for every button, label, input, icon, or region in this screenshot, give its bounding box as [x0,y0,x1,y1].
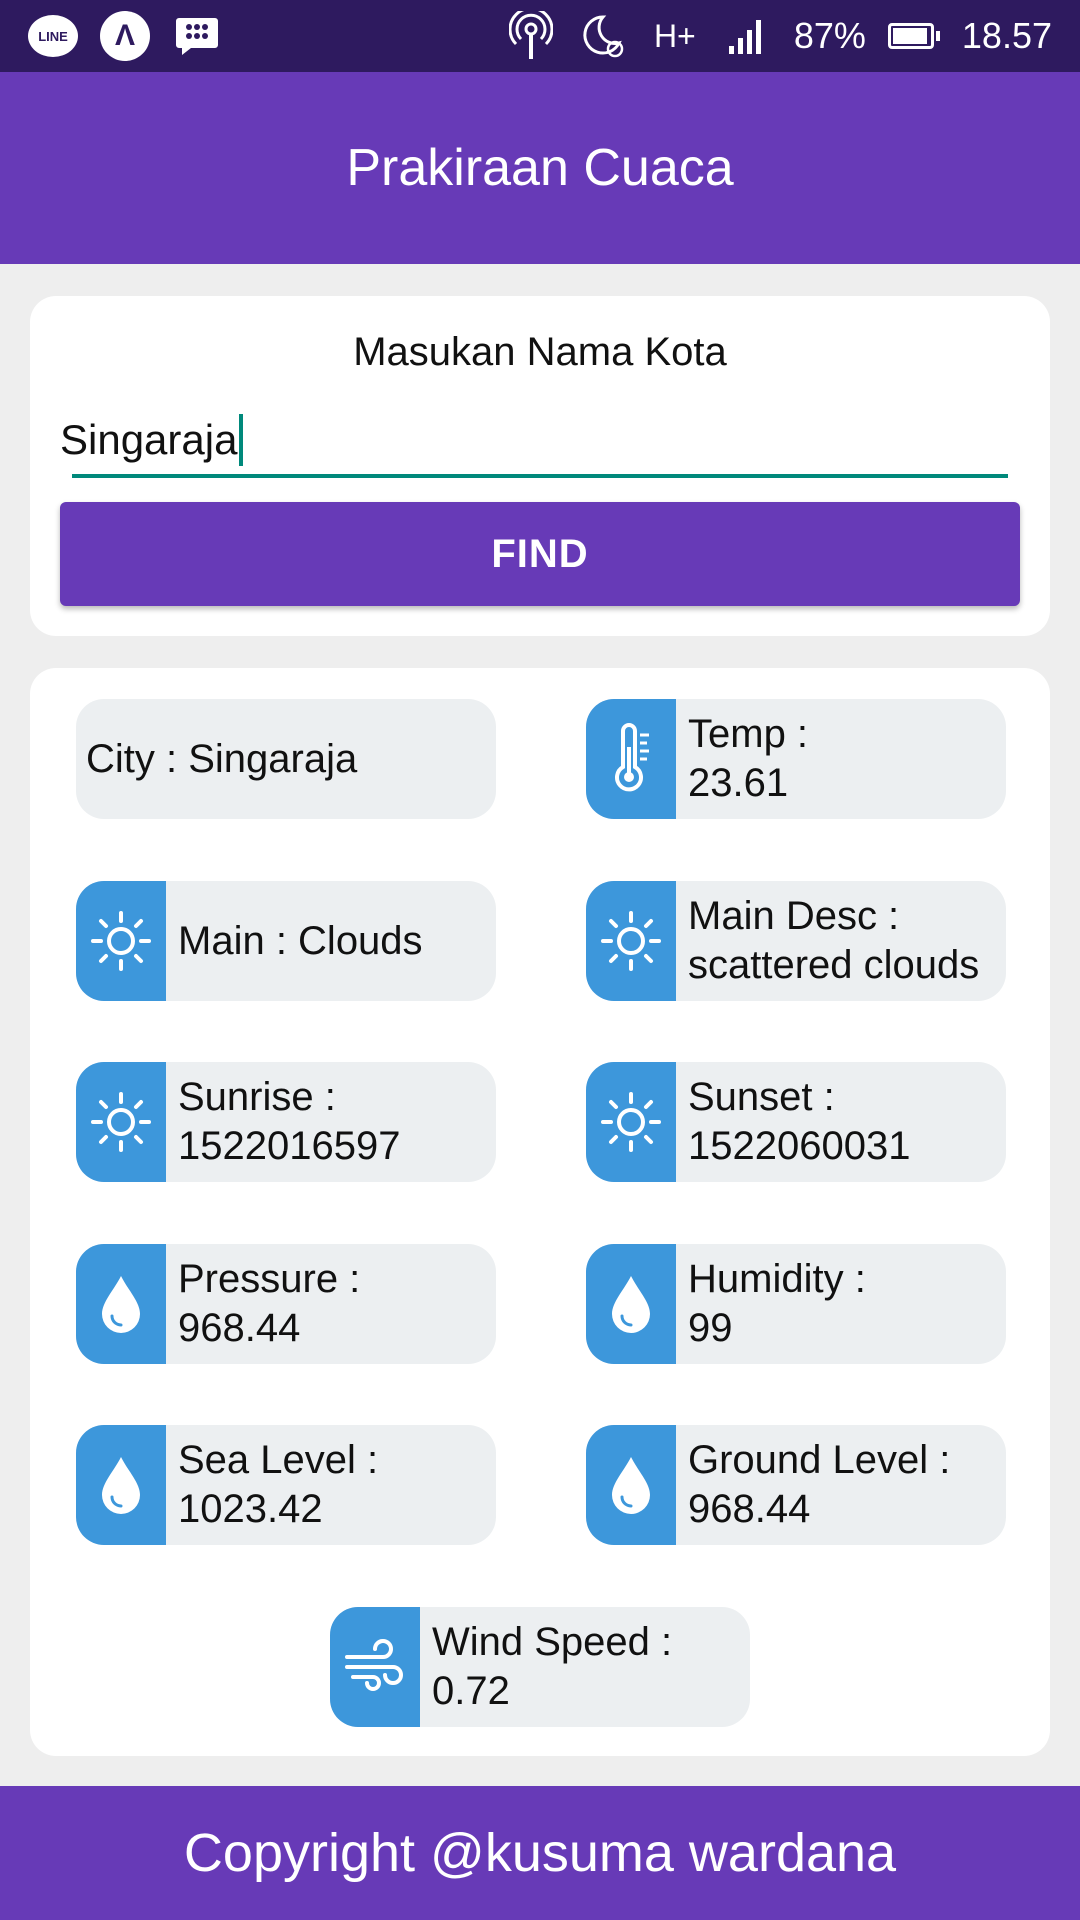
main-desc-label: Main Desc : [688,894,900,938]
footer: Copyright @kusuma wardana [0,1786,1080,1920]
sea-level-tile: Sea Level : 1023.42 [76,1425,496,1545]
main-desc-value: scattered clouds [688,943,980,987]
battery-percent: 87% [793,15,866,56]
sun-icon [76,1062,166,1182]
ground-level-label: Ground Level : [688,1438,951,1482]
temp-value: 23.61 [688,761,789,805]
sunset-label: Sunset : [688,1075,835,1119]
bbm-icon [172,11,222,61]
wind-speed-value: 0.72 [432,1669,510,1713]
do-not-disturb-moon-icon [578,11,628,61]
network-type-icon: H+ [653,17,696,54]
water-drop-icon [76,1244,166,1364]
sunrise-label: Sunrise : [178,1075,336,1119]
copyright-text: Copyright @kusuma wardana [183,1823,897,1883]
app-title: Prakiraan Cuaca [346,139,734,197]
pressure-value: 968.44 [178,1306,301,1350]
hotspot-icon [506,11,556,61]
thermometer-icon [586,699,676,819]
sun-icon [76,881,166,1001]
water-drop-icon [76,1425,166,1545]
sea-level-label: Sea Level : [178,1438,379,1482]
main-tile: Main : Clouds [76,881,496,1001]
app-notification-icon: Λ [100,11,150,61]
input-underline [72,474,1008,478]
city-input[interactable]: Singaraja [60,414,244,466]
temp-label: Temp : [688,712,809,756]
sun-icon [586,881,676,1001]
app-bar: Prakiraan Cuaca [0,72,1080,264]
temp-tile: Temp : 23.61 [586,699,1006,819]
ground-level-tile: Ground Level : 968.44 [586,1425,1006,1545]
humidity-label: Humidity : [688,1257,866,1301]
signal-strength-icon [722,11,772,61]
search-label: Masukan Nama Kota [353,330,727,374]
humidity-value: 99 [688,1306,733,1350]
text-cursor [239,414,244,466]
line-app-icon: LINE [28,11,78,61]
sunrise-value: 1522016597 [178,1124,401,1168]
main-label: Main : Clouds [178,918,423,963]
status-bar: LINE Λ H+ 87% 18.57 [0,0,1080,72]
humidity-tile: Humidity : 99 [586,1244,1006,1364]
sun-icon [586,1062,676,1182]
sea-level-value: 1023.42 [178,1487,323,1531]
wind-speed-label: Wind Speed : [432,1620,673,1664]
city-input-value[interactable]: Singaraja [60,416,237,464]
water-drop-icon [586,1425,676,1545]
wind-icon [330,1607,420,1727]
water-drop-icon [586,1244,676,1364]
pressure-label: Pressure : [178,1257,361,1301]
battery-icon [887,23,940,49]
sunrise-tile: Sunrise : 1522016597 [76,1062,496,1182]
ground-level-value: 968.44 [688,1487,811,1531]
clock-time: 18.57 [961,15,1052,56]
wind-speed-tile: Wind Speed : 0.72 [330,1607,750,1727]
find-button[interactable]: FIND [60,502,1020,606]
city-tile: City : Singaraja [76,699,496,819]
results-card [30,668,1050,1756]
pressure-tile: Pressure : 968.44 [76,1244,496,1364]
main-desc-tile: Main Desc : scattered clouds [586,881,1006,1001]
line-label: LINE [28,15,78,57]
sunset-value: 1522060031 [688,1124,911,1168]
city-label: City : Singaraja [86,736,358,781]
sunset-tile: Sunset : 1522060031 [586,1062,1006,1182]
